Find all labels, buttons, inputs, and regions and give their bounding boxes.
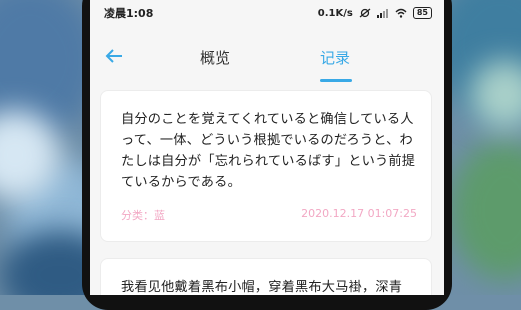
battery-icon: 85: [412, 7, 432, 19]
record-card[interactable]: 自分のことを覚えてくれていると确信している人って、一体、どういう根拠でいるのだろ…: [100, 90, 432, 242]
top-navigation: 概览 记录: [90, 38, 444, 82]
record-card[interactable]: 我看见他戴着黑布小帽，穿着黑布大马褂，深青: [100, 258, 432, 295]
status-icons: 0.1K/s 85: [318, 7, 432, 19]
active-tab-indicator: [320, 79, 352, 82]
app-screen: 凌晨1:08 0.1K/s 85 概览 记录 自分のことを覚えてくれていると确信…: [90, 0, 444, 295]
network-speed: 0.1K/s: [317, 7, 353, 19]
record-text: 我看见他戴着黑布小帽，穿着黑布大马褂，深青: [121, 280, 403, 295]
record-meta: 分类：蓝 2020.12.17 01:07:25: [121, 207, 417, 223]
arrow-left-icon: [105, 49, 122, 63]
back-button[interactable]: [102, 44, 126, 68]
record-category: 分类：蓝: [121, 209, 165, 222]
tab-records[interactable]: 记录: [320, 47, 350, 68]
mute-alarm-icon: [359, 8, 371, 18]
record-timestamp: 2020.12.17 01:07:25: [301, 207, 417, 220]
wifi-icon: [395, 8, 407, 18]
record-text: 自分のことを覚えてくれていると确信している人って、一体、どういう根拠でいるのだろ…: [121, 112, 416, 190]
status-time: 凌晨1:08: [104, 7, 154, 20]
tab-overview[interactable]: 概览: [200, 47, 230, 68]
status-bar: 凌晨1:08 0.1K/s 85: [90, 0, 444, 26]
signal-icon: [376, 9, 388, 18]
